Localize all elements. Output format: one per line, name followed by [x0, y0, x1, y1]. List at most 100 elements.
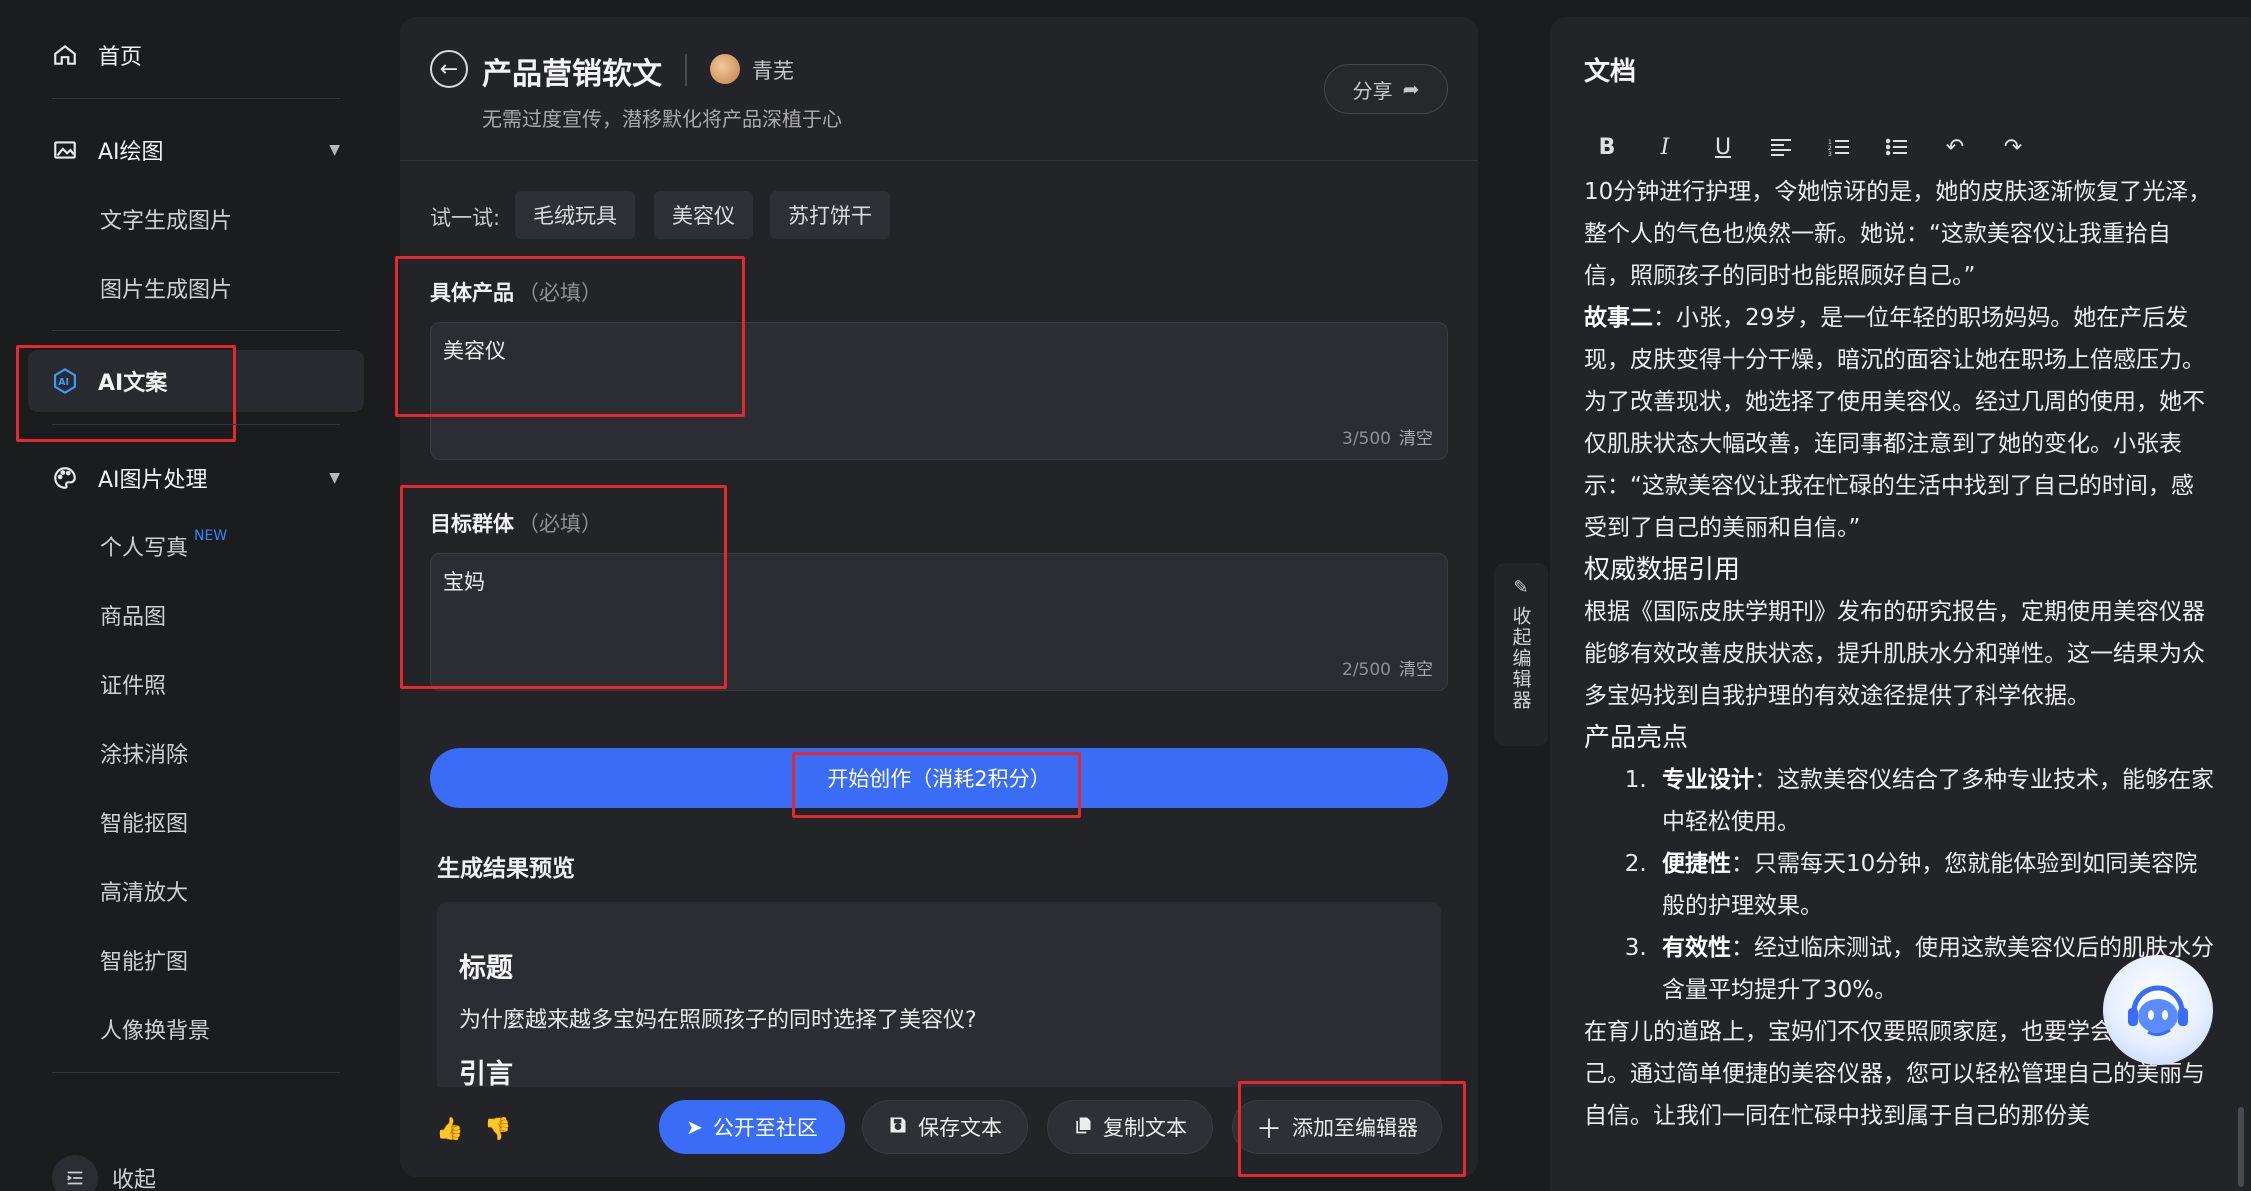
nav-sub-item[interactable]: 商品图	[100, 593, 166, 637]
undo-icon[interactable]: ↶	[1926, 129, 1984, 165]
preview-heading: 标题	[459, 953, 513, 984]
nav-ai-drawing[interactable]: AI绘图 ▼	[50, 125, 340, 175]
scrollbar[interactable]	[2238, 1107, 2244, 1187]
collapse-icon	[52, 1155, 98, 1191]
nav-ai-copywriting[interactable]: AI AI文案	[50, 356, 340, 406]
author-name: 青芜	[752, 59, 794, 83]
arrow-left-icon: ←	[439, 56, 459, 82]
bold-icon[interactable]: B	[1578, 129, 1636, 165]
save-icon	[888, 1115, 908, 1140]
nav-sub-item[interactable]: 智能抠图	[100, 800, 188, 844]
nav-home-label: 首页	[98, 45, 143, 70]
collapse-sidebar-button[interactable]: 收起	[52, 1153, 342, 1191]
copy-text-label: 复制文本	[1103, 1116, 1187, 1140]
page-title: 产品营销软文	[482, 57, 662, 92]
list-item: 便捷性：只需每天10分钟，您就能体验到如同美容院般的护理效果。	[1654, 843, 2214, 927]
doc-paragraph: 故事二：小张，29岁，是一位年轻的职场妈妈。她在产后发现，皮肤变得十分干燥，暗沉…	[1584, 297, 2214, 549]
underline-icon[interactable]: U	[1694, 129, 1752, 165]
nav-sub-item[interactable]: 涂抹消除	[100, 731, 188, 775]
nav-sub-item[interactable]: 人像换背景	[100, 1007, 210, 1051]
page-subtitle: 无需过度宣传，潜移默化将产品深植于心	[482, 107, 842, 131]
doc-text: ：小张，29岁，是一位年轻的职场妈妈。她在产后发现，皮肤变得十分干燥，暗沉的面容…	[1584, 305, 2205, 541]
divider	[52, 1072, 340, 1073]
clear-button[interactable]: 清空	[1399, 660, 1433, 680]
nav-sub-item-label: 个人写真	[100, 536, 189, 561]
back-button[interactable]: ←	[430, 50, 468, 88]
caret-down-icon: ▼	[329, 470, 340, 486]
example-chip[interactable]: 毛绒玩具	[515, 191, 635, 239]
nav-image-to-image[interactable]: 图片生成图片	[100, 266, 232, 310]
start-create-label: 开始创作（消耗2积分）	[827, 767, 1051, 791]
doc-paragraph: 根据《国际皮肤学期刊》发布的研究报告，定期使用美容仪器能够有效改善皮肤状态，提升…	[1584, 599, 2205, 709]
product-input[interactable]: 美容仪 3/500 清空	[430, 322, 1448, 460]
save-text-button[interactable]: 保存文本	[862, 1100, 1028, 1154]
thumbs-down-icon[interactable]: 👎	[484, 1117, 511, 1142]
copy-text-button[interactable]: 复制文本	[1047, 1100, 1213, 1154]
share-button[interactable]: 分享 ➦	[1324, 64, 1448, 114]
title-separator	[685, 54, 687, 86]
nav-sub-item[interactable]: 个人写真 NEW	[100, 524, 227, 568]
add-to-editor-button[interactable]: ＋ 添加至编辑器	[1232, 1100, 1442, 1154]
header: ← 产品营销软文 青芜 无需过度宣传，潜移默化将产品深植于心 分享 ➦	[400, 17, 1478, 161]
divider	[52, 330, 340, 331]
nav-sub-item[interactable]: 高清放大	[100, 869, 188, 913]
required-hint: （必填）	[518, 281, 602, 305]
nav-home[interactable]: 首页	[50, 30, 340, 80]
bullet-list-icon[interactable]	[1868, 129, 1926, 165]
target-input[interactable]: 宝妈 2/500 清空	[430, 553, 1448, 691]
sidebar: 首页 AI绘图 ▼ 文字生成图片 图片生成图片 AI AI文案 AI图片处理 ▼…	[0, 0, 380, 1191]
nav-ai-copywriting-label: AI文案	[98, 371, 168, 396]
plus-icon: ＋	[1255, 1114, 1282, 1145]
thumbs-up-icon[interactable]: 👍	[436, 1117, 463, 1142]
image-icon	[50, 135, 80, 165]
nav-ai-image-processing[interactable]: AI图片处理 ▼	[50, 453, 340, 503]
add-to-editor-label: 添加至编辑器	[1292, 1116, 1418, 1140]
share-arrow-icon: ➦	[1402, 77, 1420, 101]
collapse-editor-tab[interactable]: ✎ 收起编辑器	[1494, 563, 1548, 746]
nav-sub-item[interactable]: 智能扩图	[100, 938, 188, 982]
doc-bold-label: 便捷性	[1662, 851, 1731, 877]
caret-down-icon: ▼	[329, 142, 340, 158]
divider	[52, 98, 340, 99]
nav-sub-item-label: 智能扩图	[100, 950, 189, 975]
ordered-list-icon[interactable]: 123	[1810, 129, 1868, 165]
nav-image-to-image-label: 图片生成图片	[100, 278, 233, 303]
nav-sub-item-label: 智能抠图	[100, 812, 189, 837]
char-counter: 2/500 清空	[1342, 655, 1433, 680]
char-count: 2/500	[1342, 660, 1391, 680]
svg-text:AI: AI	[58, 377, 69, 388]
nav-text-to-image-label: 文字生成图片	[100, 209, 233, 234]
target-label-text: 目标群体	[430, 512, 514, 536]
doc-bold-label: 故事二	[1584, 305, 1653, 331]
nav-text-to-image[interactable]: 文字生成图片	[100, 197, 232, 241]
try-label: 试一试:	[430, 206, 501, 230]
example-chip[interactable]: 苏打饼干	[770, 191, 890, 239]
char-count: 3/500	[1342, 429, 1391, 449]
nav-sub-item[interactable]: 证件照	[100, 662, 166, 706]
divider	[52, 424, 340, 425]
publish-button[interactable]: ➤ 公开至社区	[659, 1100, 845, 1154]
assistant-bot-button[interactable]	[2103, 955, 2213, 1065]
redo-icon[interactable]: ↷	[1984, 129, 2042, 165]
product-input-value: 美容仪	[443, 339, 506, 363]
clear-button[interactable]: 清空	[1399, 429, 1433, 449]
copy-icon	[1073, 1115, 1093, 1140]
nav-sub-item-label: 商品图	[100, 605, 167, 630]
start-create-button[interactable]: 开始创作（消耗2积分）	[430, 748, 1448, 808]
ai-copy-icon: AI	[50, 366, 80, 396]
robot-icon	[2118, 968, 2198, 1052]
doc-bold-label: 有效性	[1662, 935, 1731, 961]
nav-ai-image-processing-label: AI图片处理	[98, 468, 208, 493]
palette-icon	[50, 463, 80, 493]
italic-icon[interactable]: I	[1636, 129, 1694, 165]
save-text-label: 保存文本	[918, 1116, 1002, 1140]
align-left-icon[interactable]	[1752, 129, 1810, 165]
pencil-icon: ✎	[1513, 577, 1529, 598]
example-chip[interactable]: 美容仪	[654, 191, 753, 239]
doc-bold-label: 专业设计	[1662, 767, 1754, 793]
document-title: 文档	[1584, 57, 1637, 87]
preview-label: 生成结果预览	[437, 856, 575, 882]
nav-ai-drawing-label: AI绘图	[98, 140, 164, 165]
collapse-editor-label: 收起编辑器	[1509, 606, 1532, 711]
preview-heading: 引言	[459, 1059, 513, 1090]
